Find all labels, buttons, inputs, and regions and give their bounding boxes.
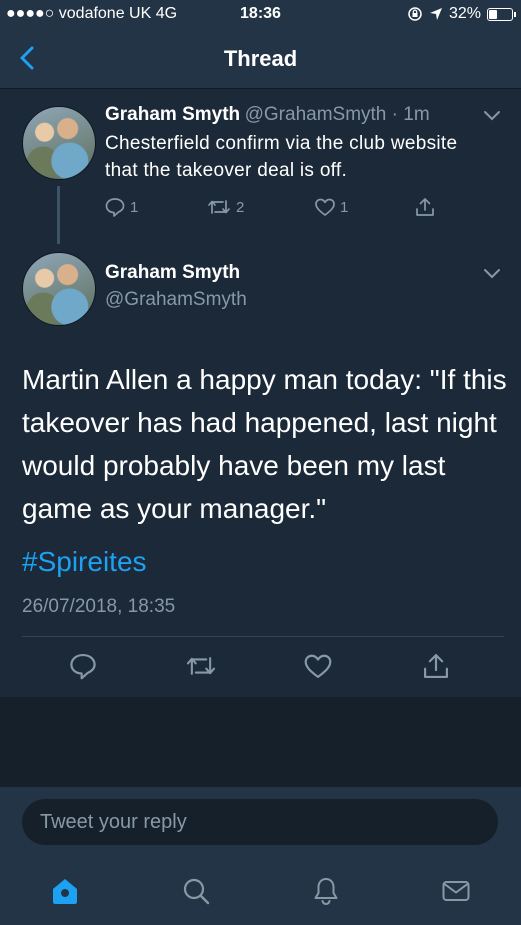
reply-button[interactable]: 1 (104, 196, 138, 218)
thread-connector (57, 186, 60, 244)
chevron-down-icon[interactable] (483, 110, 501, 122)
retweet-button[interactable]: 2 (206, 196, 244, 218)
chevron-down-icon[interactable] (483, 268, 501, 280)
tweet-timestamp: 26/07/2018, 18:35 (22, 596, 176, 617)
divider (22, 636, 504, 637)
status-right: 32% (407, 5, 516, 23)
author-handle-time: @GrahamSmyth · 1m (244, 104, 430, 125)
heart-icon (315, 198, 335, 216)
location-arrow-icon (429, 8, 442, 20)
like-count: 1 (340, 198, 349, 216)
nav-bar: Thread (0, 30, 521, 89)
messages-envelope-icon[interactable] (440, 875, 472, 907)
tweet-actions: 1 2 1 (104, 196, 444, 226)
retweet-icon (208, 200, 230, 214)
search-icon[interactable] (180, 875, 212, 907)
status-bar: ●●●●○ vodafone UK 4G 18:36 32% (0, 0, 521, 30)
hashtag-link[interactable]: #Spireites (22, 546, 147, 578)
reply-icon (105, 198, 125, 217)
like-button[interactable]: 1 (314, 196, 348, 218)
rotation-lock-icon (408, 7, 422, 21)
like-button[interactable] (303, 651, 333, 681)
avatar[interactable] (22, 252, 96, 326)
author-handle[interactable]: @GrahamSmyth (105, 289, 247, 311)
tweet-actions (0, 645, 521, 690)
share-icon (416, 198, 434, 216)
reply-icon (70, 654, 96, 680)
home-icon[interactable] (49, 875, 81, 907)
battery-percent: 32% (448, 5, 481, 22)
reply-bar: Tweet your reply (0, 787, 521, 853)
reply-button[interactable] (68, 651, 98, 681)
share-button[interactable] (421, 651, 451, 681)
retweet-button[interactable] (184, 651, 218, 681)
empty-area (0, 697, 521, 787)
tweet-header: Graham Smyth @GrahamSmyth (105, 262, 247, 311)
share-icon (424, 654, 448, 678)
reply-input[interactable]: Tweet your reply (22, 799, 498, 845)
tweet-header: Graham Smyth @GrahamSmyth · 1m (105, 104, 485, 126)
page-title: Thread (223, 46, 298, 71)
battery-icon (487, 7, 516, 21)
tweet-text: Chesterfield confirm via the club websit… (105, 133, 458, 181)
heart-icon (304, 654, 332, 678)
tab-bar (0, 853, 521, 925)
retweet-count: 2 (236, 198, 245, 216)
reply-count: 1 (130, 198, 139, 216)
author-name[interactable]: Graham Smyth (105, 104, 240, 125)
share-button[interactable] (414, 196, 436, 218)
author-name[interactable]: Graham Smyth (105, 262, 247, 284)
notifications-bell-icon[interactable] (310, 875, 342, 907)
retweet-icon (186, 657, 216, 675)
avatar[interactable] (22, 106, 96, 180)
tweet-text: Martin Allen a happy man today: "If this… (22, 364, 507, 524)
